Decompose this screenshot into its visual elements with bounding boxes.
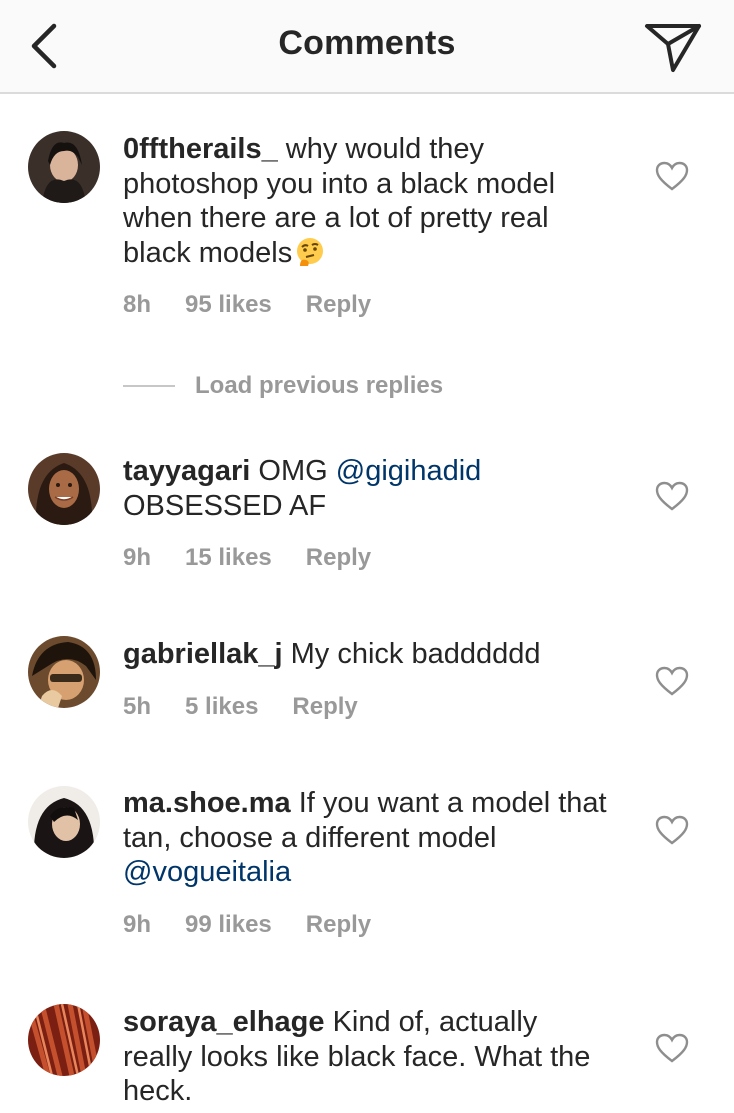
comment-text-after: OBSESSED AF [123, 489, 327, 522]
comment-username[interactable]: tayyagari [123, 455, 250, 487]
heart-icon [655, 161, 689, 191]
like-button[interactable] [654, 665, 690, 697]
comment-body: 0fftherails_ why would they photoshop yo… [123, 132, 613, 270]
comment-likes[interactable]: 15 likes [185, 544, 272, 571]
comment-likes[interactable]: 5 likes [185, 693, 258, 720]
comment-text: My chick badddddd [282, 638, 541, 670]
comment-likes[interactable]: 95 likes [185, 291, 272, 318]
comment-username[interactable]: soraya_elhage [123, 1006, 325, 1038]
comment-likes[interactable]: 99 likes [185, 911, 272, 938]
reply-button[interactable]: Reply [306, 291, 371, 318]
comment-username[interactable]: 0fftherails_ [123, 133, 278, 165]
comment-meta: 9h 99 likes Reply [123, 911, 405, 939]
comment-body: soraya_elhage Kind of, actually really l… [123, 1005, 613, 1109]
load-previous-replies[interactable]: Load previous replies [123, 372, 443, 400]
like-button[interactable] [654, 160, 690, 192]
top-nav-bar: Comments [0, 0, 734, 94]
like-button[interactable] [654, 480, 690, 512]
avatar[interactable] [28, 636, 100, 708]
load-previous-label: Load previous replies [195, 372, 444, 399]
thinking-face-emoji-icon [297, 237, 324, 266]
comment-time: 8h [123, 291, 152, 318]
share-button[interactable] [640, 16, 706, 76]
comment-time: 9h [123, 544, 152, 571]
heart-icon [655, 481, 689, 511]
heart-icon [655, 1033, 689, 1063]
divider-line [123, 385, 175, 387]
comment-meta: 8h 95 likes Reply [123, 291, 405, 319]
avatar[interactable] [28, 131, 100, 203]
comment-body: gabriellak_j My chick badddddd [123, 637, 613, 672]
avatar[interactable] [28, 453, 100, 525]
comment-username[interactable]: ma.shoe.ma [123, 787, 291, 819]
comment-meta: 5h 5 likes Reply [123, 693, 392, 721]
comment-body: ma.shoe.ma If you want a model that tan,… [123, 786, 613, 890]
paper-plane-icon [645, 24, 701, 72]
comment-username[interactable]: gabriellak_j [123, 638, 283, 670]
page-title: Comments [278, 24, 456, 62]
heart-icon [655, 666, 689, 696]
reply-button[interactable]: Reply [306, 911, 371, 938]
mention-link[interactable]: @vogueitalia [123, 856, 291, 888]
mention-link[interactable]: @gigihadid [336, 455, 482, 487]
comment-text: OMG [250, 455, 336, 487]
heart-icon [655, 815, 689, 845]
comment-meta: 9h 15 likes Reply [123, 544, 405, 572]
comment-time: 9h [123, 911, 152, 938]
avatar[interactable] [28, 1004, 100, 1076]
avatar[interactable] [28, 786, 100, 858]
like-button[interactable] [654, 814, 690, 846]
reply-button[interactable]: Reply [292, 693, 357, 720]
comment-time: 5h [123, 693, 152, 720]
like-button[interactable] [654, 1032, 690, 1064]
comment-body: tayyagari OMG @gigihadid OBSESSED AF [123, 454, 613, 523]
reply-button[interactable]: Reply [306, 544, 371, 571]
